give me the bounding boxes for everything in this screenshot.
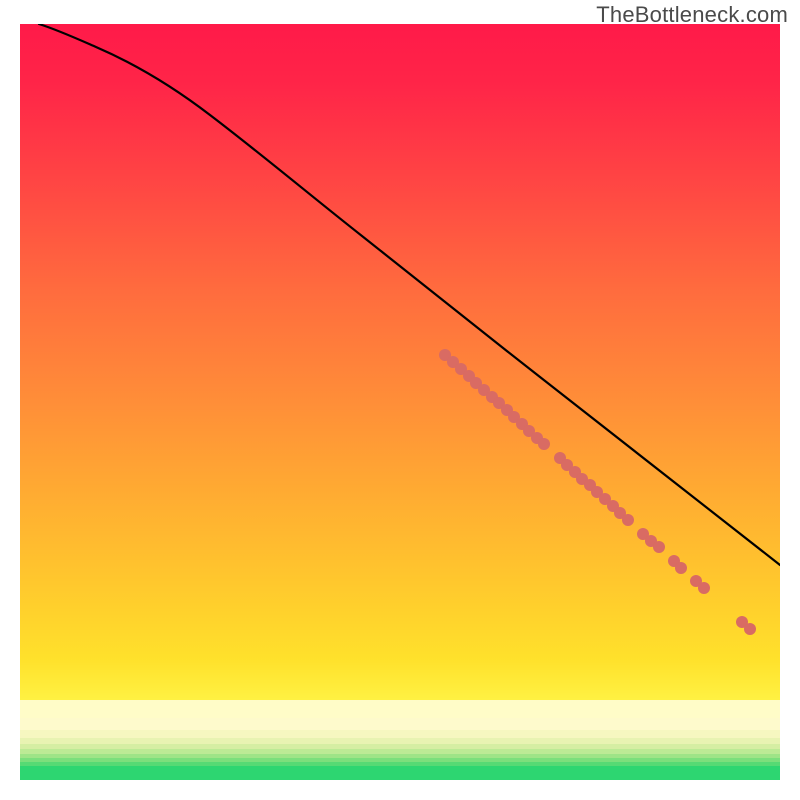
plot-background: [20, 24, 780, 780]
frame-left: [0, 0, 20, 800]
watermark-text: TheBottleneck.com: [596, 2, 788, 28]
bottom-bands: [20, 700, 780, 780]
chart-svg: [0, 0, 800, 800]
chart-stage: TheBottleneck.com: [0, 0, 800, 800]
frame-bottom: [0, 780, 800, 800]
frame-right: [780, 0, 800, 800]
